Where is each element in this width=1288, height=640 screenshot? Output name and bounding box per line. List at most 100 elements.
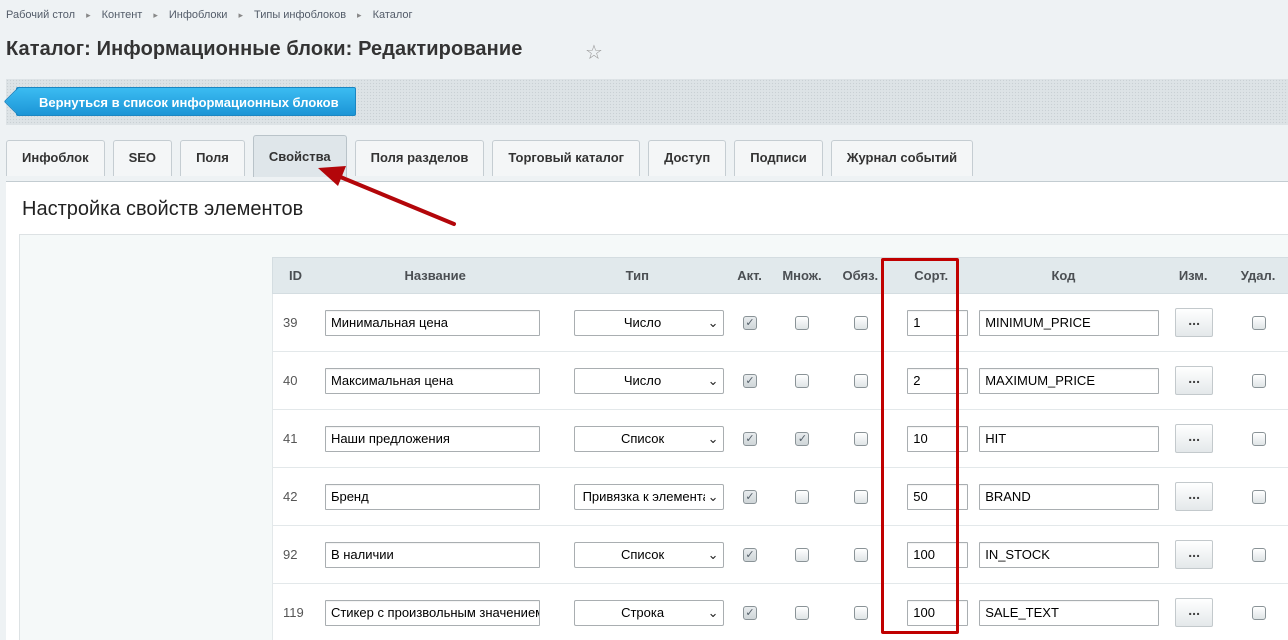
breadcrumb-item[interactable]: Рабочий стол xyxy=(6,9,75,21)
page-title: Каталог: Информационные блоки: Редактиро… xyxy=(6,38,523,60)
delete-checkbox[interactable] xyxy=(1252,606,1267,621)
property-name-input[interactable]: Минимальная цена xyxy=(324,309,540,336)
tab-3[interactable]: Поля xyxy=(180,140,245,176)
header-multiple: Множ. xyxy=(782,268,822,283)
tab-7[interactable]: Доступ xyxy=(648,140,727,176)
tab-1[interactable]: Инфоблок xyxy=(6,140,105,176)
property-name-input[interactable]: Бренд xyxy=(324,483,540,510)
property-type-value: Список xyxy=(620,546,665,562)
breadcrumb-separator-icon: ▸ xyxy=(357,9,362,20)
chevron-down-icon: ⌄ xyxy=(704,484,719,509)
sort-input[interactable]: 50 xyxy=(907,483,969,510)
row-id: 42 xyxy=(283,489,298,504)
property-type-value: Список xyxy=(620,430,665,446)
active-checkbox[interactable]: ✓ xyxy=(743,490,758,505)
breadcrumb-separator-icon: ▸ xyxy=(153,9,158,20)
back-to-list-button[interactable]: Вернуться в список информационных блоков xyxy=(16,87,356,116)
property-name-input[interactable]: В наличии xyxy=(324,541,540,568)
row-id: 40 xyxy=(283,373,298,388)
active-checkbox[interactable]: ✓ xyxy=(743,432,758,447)
code-input[interactable]: MINIMUM_PRICE xyxy=(979,309,1160,336)
required-checkbox[interactable] xyxy=(853,490,868,505)
property-type-value: Число xyxy=(623,314,662,330)
tab-9[interactable]: Журнал событий xyxy=(830,140,974,176)
multiple-checkbox[interactable] xyxy=(795,316,810,331)
property-type-select[interactable]: Список ⌄ xyxy=(573,425,724,452)
multiple-checkbox[interactable] xyxy=(795,548,810,563)
breadcrumb-item[interactable]: Каталог xyxy=(373,9,413,21)
active-checkbox[interactable]: ✓ xyxy=(743,374,758,389)
required-checkbox[interactable] xyxy=(853,316,868,331)
back-to-list-label: Вернуться в список информационных блоков xyxy=(39,95,339,110)
table-body: 39 Минимальная цена Число ⌄ ✓ 1 MINIMUM_PRICE.… xyxy=(272,294,1288,640)
edit-property-button[interactable]: ... xyxy=(1175,598,1214,627)
header-sort: Сорт. xyxy=(914,268,949,283)
delete-checkbox[interactable] xyxy=(1252,490,1267,505)
tab-bar: Инфоблок SEO Поля Свойства Поля разделов Торг… xyxy=(6,135,981,177)
tab-8[interactable]: Подписи xyxy=(734,140,823,176)
property-name-input[interactable]: Наши предложения xyxy=(324,425,540,452)
sort-input[interactable]: 100 xyxy=(907,599,969,626)
section-title: Настройка свойств элементов xyxy=(22,198,304,220)
breadcrumb-item[interactable]: Инфоблоки xyxy=(169,9,228,21)
property-type-select[interactable]: Число ⌄ xyxy=(573,367,724,394)
required-checkbox[interactable] xyxy=(853,606,868,621)
breadcrumb: Рабочий стол ▸ Контент ▸ Инфоблоки ▸ Типы инфо… xyxy=(6,8,413,22)
header-id: ID xyxy=(288,268,302,283)
delete-checkbox[interactable] xyxy=(1252,316,1267,331)
sort-input[interactable]: 100 xyxy=(907,541,969,568)
row-id: 41 xyxy=(283,431,298,446)
required-checkbox[interactable] xyxy=(853,374,868,389)
required-checkbox[interactable] xyxy=(853,548,868,563)
multiple-checkbox[interactable] xyxy=(795,490,810,505)
property-type-select[interactable]: Число ⌄ xyxy=(573,309,724,336)
code-input[interactable]: SALE_TEXT xyxy=(979,599,1160,626)
property-type-select[interactable]: Привязка к элементам ⌄ xyxy=(573,483,724,510)
table-row: 39 Минимальная цена Число ⌄ ✓ 1 MINIMUM_PRICE.… xyxy=(272,294,1288,352)
breadcrumb-item[interactable]: Контент xyxy=(102,9,143,21)
table-row: 41 Наши предложения Список ⌄ ✓ ✓ 10 HIT... xyxy=(272,410,1288,468)
sort-input[interactable]: 10 xyxy=(907,425,969,452)
property-type-select[interactable]: Список ⌄ xyxy=(573,541,724,568)
edit-property-button[interactable]: ... xyxy=(1175,308,1214,337)
required-checkbox[interactable] xyxy=(853,432,868,447)
sort-input[interactable]: 2 xyxy=(907,367,969,394)
header-required: Обяз. xyxy=(842,268,879,283)
property-name-input[interactable]: Стикер с произвольным значением xyxy=(324,599,540,626)
property-type-value: Число xyxy=(623,372,662,388)
chevron-down-icon: ⌄ xyxy=(704,600,719,625)
table-row: 42 Бренд Привязка к элементам ⌄ ✓ 50 BRAND... xyxy=(272,468,1288,526)
tab-2[interactable]: SEO xyxy=(112,140,173,176)
property-type-value: Строка xyxy=(621,604,665,620)
tab-4[interactable]: Свойства xyxy=(252,135,347,177)
header-delete: Удал. xyxy=(1240,268,1276,283)
multiple-checkbox[interactable]: ✓ xyxy=(795,432,810,447)
chevron-down-icon: ⌄ xyxy=(704,310,719,335)
properties-table: ID Название Тип Акт. Множ. Обяз. Сорт. К… xyxy=(272,257,1288,640)
code-input[interactable]: IN_STOCK xyxy=(979,541,1160,568)
property-name-input[interactable]: Максимальная цена xyxy=(324,367,540,394)
code-input[interactable]: BRAND xyxy=(979,483,1160,510)
active-checkbox[interactable]: ✓ xyxy=(743,316,758,331)
edit-property-button[interactable]: ... xyxy=(1175,424,1214,453)
code-input[interactable]: HIT xyxy=(979,425,1160,452)
property-type-select[interactable]: Строка ⌄ xyxy=(573,599,724,626)
edit-property-button[interactable]: ... xyxy=(1175,366,1214,395)
multiple-checkbox[interactable] xyxy=(795,606,810,621)
active-checkbox[interactable]: ✓ xyxy=(743,606,758,621)
edit-property-button[interactable]: ... xyxy=(1175,482,1214,511)
active-checkbox[interactable]: ✓ xyxy=(743,548,758,563)
tab-5[interactable]: Поля разделов xyxy=(354,140,485,176)
header-active: Акт. xyxy=(737,268,762,283)
table-header: ID Название Тип Акт. Множ. Обяз. Сорт. К… xyxy=(272,257,1288,294)
multiple-checkbox[interactable] xyxy=(795,374,810,389)
favorite-star-icon[interactable]: ☆ xyxy=(585,40,603,65)
delete-checkbox[interactable] xyxy=(1252,374,1267,389)
delete-checkbox[interactable] xyxy=(1252,548,1267,563)
sort-input[interactable]: 1 xyxy=(907,309,969,336)
code-input[interactable]: MAXIMUM_PRICE xyxy=(979,367,1160,394)
edit-property-button[interactable]: ... xyxy=(1175,540,1214,569)
breadcrumb-item[interactable]: Типы инфоблоков xyxy=(254,9,346,21)
delete-checkbox[interactable] xyxy=(1252,432,1267,447)
tab-6[interactable]: Торговый каталог xyxy=(492,140,641,176)
